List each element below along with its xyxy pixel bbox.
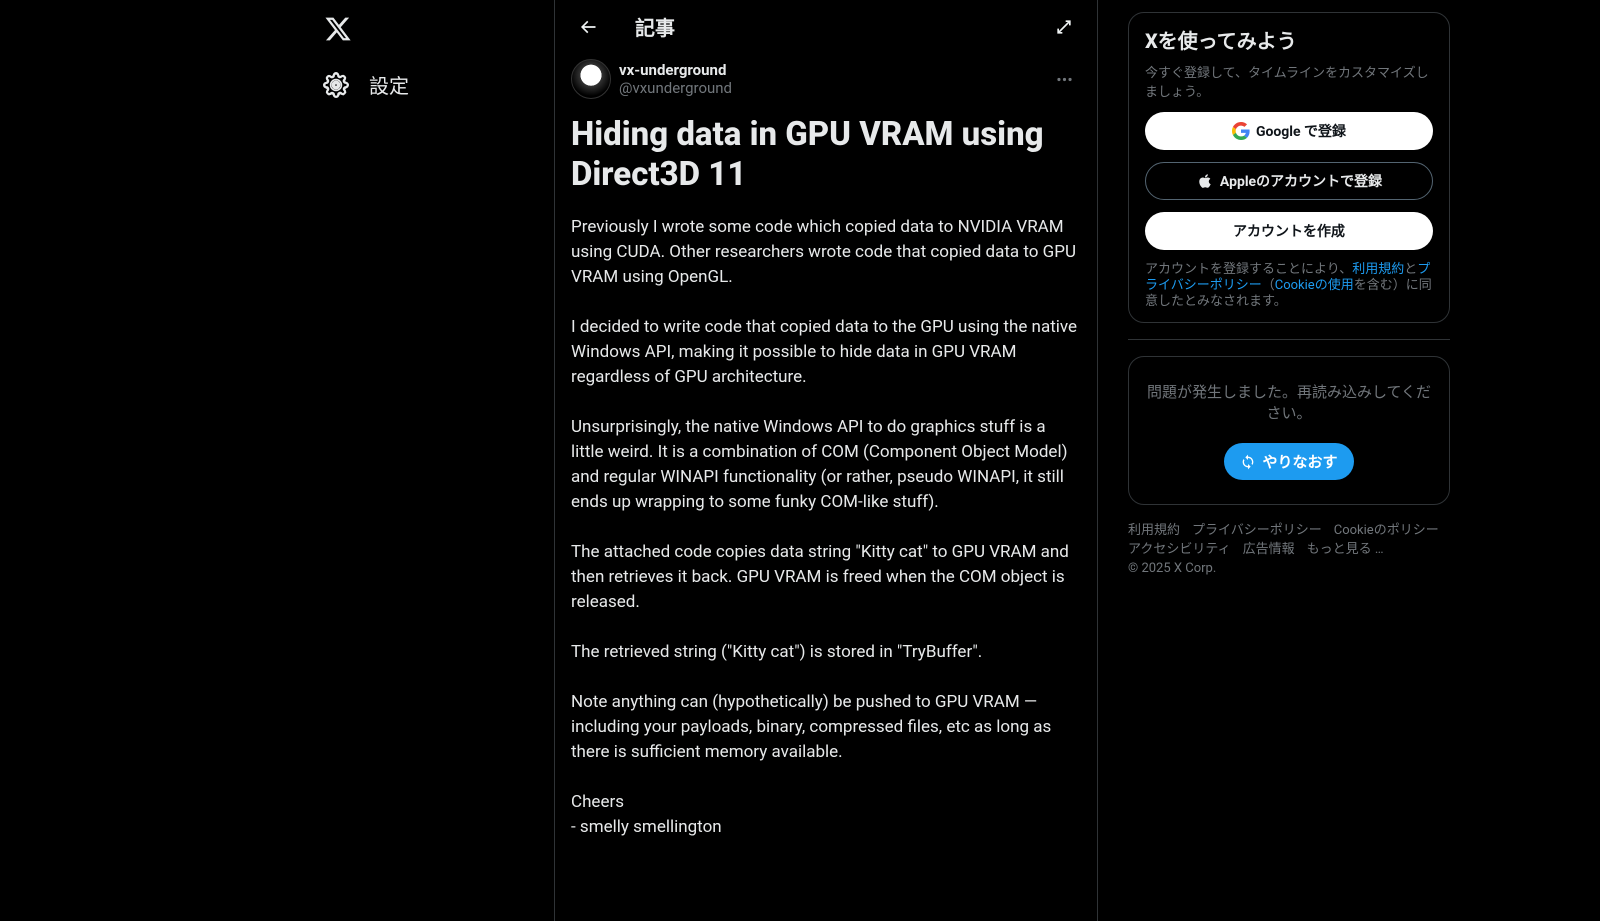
article-paragraph: I decided to write code that copied data…	[571, 315, 1081, 390]
expand-button[interactable]	[1047, 10, 1081, 44]
signup-title: Xを使ってみよう	[1145, 25, 1433, 54]
google-icon	[1232, 122, 1250, 140]
page-title: 記事	[635, 12, 675, 41]
article-signature: - smelly smellington	[571, 815, 1081, 840]
avatar[interactable]	[571, 59, 611, 99]
nav-settings[interactable]: 設定	[311, 58, 437, 111]
signup-box: Xを使ってみよう 今すぐ登録して、タイムラインをカスタマイズしましょう。 Goo…	[1128, 12, 1450, 323]
article-title: Hiding data in GPU VRAM using Direct3D 1…	[571, 115, 1081, 195]
footer-accessibility[interactable]: アクセシビリティ	[1128, 540, 1231, 559]
footer-links: 利用規約 プライバシーポリシー Cookieのポリシー アクセシビリティ 広告情…	[1128, 521, 1450, 578]
tos-link[interactable]: 利用規約	[1352, 262, 1404, 277]
signup-subtitle: 今すぐ登録して、タイムラインをカスタマイズしましょう。	[1145, 62, 1433, 100]
author-row: vx-underground @vxunderground	[571, 59, 1081, 99]
footer-copyright: © 2025 X Corp.	[1128, 559, 1216, 578]
author-handle[interactable]: @vxunderground	[619, 79, 732, 97]
more-button[interactable]	[1047, 62, 1081, 96]
footer-privacy[interactable]: プライバシーポリシー	[1192, 521, 1322, 540]
article-signature: Cheers	[571, 790, 1081, 815]
article-paragraph: The retrieved string ("Kitty cat") is st…	[571, 640, 1081, 665]
create-account-label: アカウントを作成	[1233, 221, 1345, 241]
footer-cookie[interactable]: Cookieのポリシー	[1334, 521, 1439, 540]
footer-tos[interactable]: 利用規約	[1128, 521, 1180, 540]
sidebar-right: Xを使ってみよう 今すぐ登録して、タイムラインをカスタマイズしましょう。 Goo…	[1098, 0, 1450, 921]
x-logo[interactable]	[313, 4, 363, 54]
gear-icon	[323, 72, 349, 98]
error-box: 問題が発生しました。再読み込みしてください。 やりなおす	[1128, 356, 1450, 505]
apple-signup-label: Appleのアカウントで登録	[1220, 171, 1382, 191]
create-account-button[interactable]: アカウントを作成	[1145, 212, 1433, 250]
error-message: 問題が発生しました。再読み込みしてください。	[1145, 381, 1433, 423]
article-body: Previously I wrote some code which copie…	[571, 215, 1081, 840]
article-paragraph: Previously I wrote some code which copie…	[571, 215, 1081, 290]
apple-icon	[1196, 172, 1214, 190]
signup-terms: アカウントを登録することにより、利用規約とプライバシーポリシー（Cookieの使…	[1145, 262, 1433, 310]
retry-label: やりなおす	[1262, 451, 1337, 472]
divider	[1128, 339, 1450, 340]
apple-signup-button[interactable]: Appleのアカウントで登録	[1145, 162, 1433, 200]
google-signup-button[interactable]: Google で登録	[1145, 112, 1433, 150]
article: vx-underground @vxunderground Hiding dat…	[555, 53, 1097, 856]
main-column: 記事 vx-underground @vxunderground Hiding …	[554, 0, 1098, 921]
google-signup-label: Google で登録	[1256, 121, 1346, 141]
arrow-left-icon	[578, 17, 598, 37]
cookie-link[interactable]: Cookieの使用	[1275, 278, 1354, 293]
refresh-icon	[1240, 454, 1256, 470]
back-button[interactable]	[571, 10, 605, 44]
footer-more[interactable]: もっと見る …	[1307, 540, 1384, 559]
retry-button[interactable]: やりなおす	[1224, 443, 1353, 480]
article-paragraph: Unsurprisingly, the native Windows API t…	[571, 415, 1081, 515]
header-bar: 記事	[555, 0, 1097, 53]
footer-ads[interactable]: 広告情報	[1243, 540, 1295, 559]
article-paragraph: Note anything can (hypothetically) be pu…	[571, 690, 1081, 765]
author-name[interactable]: vx-underground	[619, 61, 732, 79]
ellipsis-icon	[1055, 70, 1074, 89]
sidebar-left: 設定	[150, 0, 554, 921]
nav-settings-label: 設定	[369, 70, 409, 99]
expand-icon	[1054, 17, 1074, 37]
article-paragraph: The attached code copies data string "Ki…	[571, 540, 1081, 615]
